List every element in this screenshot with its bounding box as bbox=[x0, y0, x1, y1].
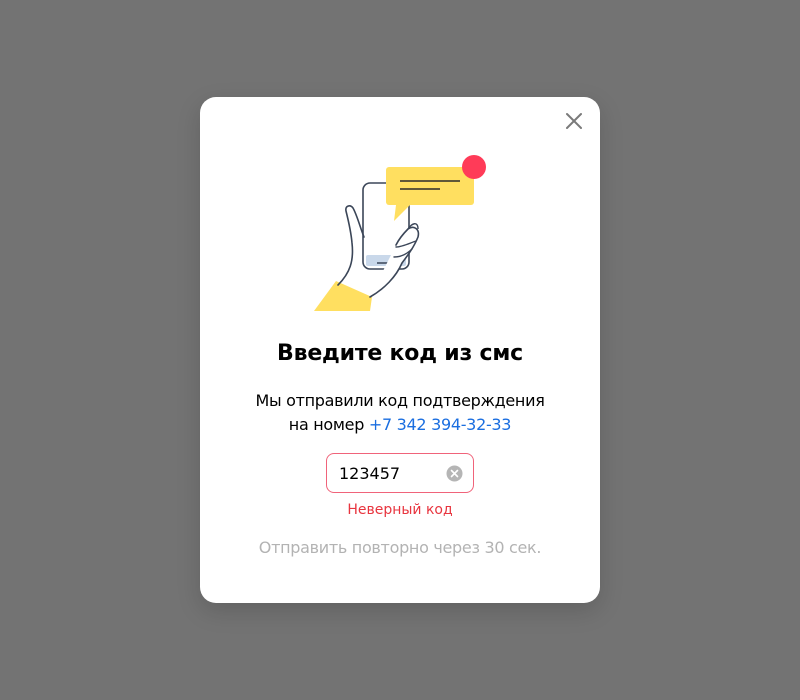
description-line-1: Мы отправили код подтверждения bbox=[255, 391, 545, 410]
dialog-title: Введите код из смс bbox=[277, 341, 523, 366]
resend-timer-text: Отправить повторно через 30 сек. bbox=[258, 538, 542, 557]
close-button[interactable] bbox=[562, 109, 586, 133]
phone-number-link[interactable]: +7 342 394-32-33 bbox=[369, 415, 512, 434]
dialog-description: Мы отправили код подтверждения на номер … bbox=[200, 389, 600, 437]
close-icon bbox=[566, 113, 582, 129]
clear-circle-icon bbox=[446, 465, 463, 482]
code-field bbox=[326, 453, 474, 493]
clear-input-button[interactable] bbox=[446, 465, 463, 482]
description-line-2: на номер +7 342 394-32-33 bbox=[200, 413, 600, 437]
description-prefix: на номер bbox=[288, 415, 365, 434]
error-message: Неверный код bbox=[347, 502, 453, 518]
sms-code-dialog: Введите код из смс Мы отправили код подт… bbox=[200, 97, 600, 603]
code-input[interactable] bbox=[339, 454, 439, 492]
phone-sms-illustration bbox=[314, 155, 486, 311]
